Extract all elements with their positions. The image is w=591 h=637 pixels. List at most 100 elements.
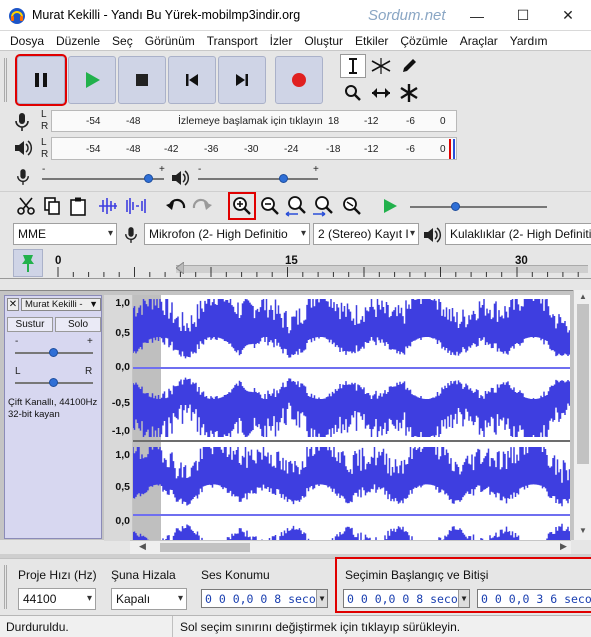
track-control-panel[interactable]: ✕ Murat Kekilli - ▼ Sustur Solo - + L R … — [4, 295, 102, 539]
chevron-down-icon: ▾ — [300, 228, 306, 239]
fit-project-button[interactable] — [311, 194, 335, 218]
zoom-toggle-button[interactable] — [339, 194, 363, 218]
magnifier-icon — [345, 85, 361, 101]
close-icon: ✕ — [8, 299, 18, 310]
stop-icon — [136, 74, 148, 86]
draw-tool[interactable] — [396, 54, 422, 78]
project-rate-select[interactable]: 44100 ▾ — [18, 588, 96, 610]
record-volume-thumb[interactable] — [144, 174, 154, 183]
scale-label: 0,0 — [115, 361, 130, 373]
pan-thumb[interactable] — [49, 378, 58, 387]
play-volume-thumb[interactable] — [279, 174, 289, 183]
snap-to-label: Şuna Hizala — [111, 568, 176, 582]
toolbar-grip[interactable] — [4, 58, 10, 102]
skip-to-end-button[interactable] — [218, 56, 266, 104]
horizontal-scrollbar[interactable]: ◀ ▶ — [130, 540, 571, 554]
zoom-tool[interactable] — [340, 81, 366, 105]
skip-to-start-button[interactable] — [168, 56, 216, 104]
maximize-button[interactable]: ☐ — [500, 0, 546, 31]
menu-tools[interactable]: Araçlar — [454, 34, 504, 48]
menu-generate[interactable]: Oluştur — [298, 34, 349, 48]
silence-audio-button[interactable] — [124, 194, 148, 218]
fit-selection-button[interactable] — [284, 194, 308, 218]
close-button[interactable]: ✕ — [545, 0, 591, 31]
chevron-down-icon[interactable]: ▼ — [458, 590, 469, 607]
horizontal-scroll-thumb[interactable] — [160, 543, 250, 552]
scroll-right-icon[interactable]: ▶ — [560, 541, 567, 552]
meter-start-prompt[interactable]: İzlemeye başlamak için tıklayın — [178, 115, 323, 127]
recording-device-value: Mikrofon (2- High Definitio — [149, 227, 288, 241]
paste-button[interactable] — [66, 194, 90, 218]
scroll-up-icon[interactable]: ▲ — [579, 292, 587, 301]
play-button[interactable] — [68, 56, 116, 104]
trim-icon — [99, 198, 117, 214]
scale-label: -1,0 — [111, 425, 130, 437]
selection-range-label[interactable]: Seçimin Başlangıç ve Bitişi — [345, 568, 488, 582]
selection-tool[interactable] — [340, 54, 366, 78]
mute-button[interactable]: Sustur — [7, 317, 53, 332]
record-button[interactable] — [275, 56, 323, 104]
meter-channel-right: R — [41, 149, 49, 160]
recording-channels-select[interactable]: 2 (Stereo) Kayıt I ▾ — [313, 223, 419, 245]
speaker-icon[interactable] — [13, 139, 33, 160]
copy-button[interactable] — [40, 194, 64, 218]
transport-toolbar — [0, 52, 591, 108]
pencil-icon — [403, 59, 416, 72]
chevron-down-icon[interactable]: ▼ — [316, 590, 327, 607]
snap-to-select[interactable]: Kapalı ▾ — [111, 588, 187, 610]
scroll-down-icon[interactable]: ▼ — [579, 526, 587, 535]
pin-playhead-button[interactable] — [13, 249, 43, 277]
waveform-display[interactable] — [132, 295, 571, 583]
redo-button[interactable] — [190, 194, 214, 218]
envelope-tool[interactable] — [368, 54, 394, 78]
recording-channels-value: 2 (Stereo) Kayıt I — [318, 227, 409, 241]
menu-file[interactable]: Dosya — [4, 34, 50, 48]
close-track-button[interactable]: ✕ — [7, 298, 19, 311]
selection-end-field[interactable]: 0 0 0,0 3 6 seconds — [477, 589, 591, 608]
selection-start-field[interactable]: 0 0 0,0 0 8 seconds ▼ — [343, 589, 470, 608]
menu-help[interactable]: Yardım — [504, 34, 554, 48]
menu-view[interactable]: Görünüm — [139, 34, 201, 48]
menu-effect[interactable]: Etkiler — [349, 34, 394, 48]
menu-select[interactable]: Seç — [106, 34, 139, 48]
timeline-ruler[interactable]: 0 15 30 — [0, 249, 591, 279]
minimize-button[interactable]: — — [454, 0, 500, 31]
playback-device-value: Kulaklıklar (2- High Definiti — [450, 227, 591, 241]
play-speed-slider[interactable] — [410, 206, 547, 208]
audio-position-field[interactable]: 0 0 0,0 0 8 seconds ▼ — [201, 589, 328, 608]
solo-button[interactable]: Solo — [55, 317, 101, 332]
gain-thumb[interactable] — [49, 348, 58, 357]
toolbar-grip[interactable] — [4, 565, 10, 609]
track-name-menu[interactable]: Murat Kekilli - ▼ — [21, 298, 101, 311]
menu-transport[interactable]: Transport — [201, 34, 264, 48]
time-shift-tool[interactable] — [368, 81, 394, 105]
trim-audio-button[interactable] — [96, 194, 120, 218]
meter-tick: -54 — [86, 144, 101, 155]
window-title: Murat Kekilli - Yandı Bu Yürek-mobilmp3i… — [32, 8, 301, 22]
audio-host-select[interactable]: MME ▾ — [13, 223, 117, 245]
play-at-speed-button[interactable] — [378, 194, 402, 218]
vertical-scroll-thumb[interactable] — [577, 304, 589, 464]
menu-tracks[interactable]: İzler — [264, 34, 299, 48]
pan-right-label: R — [85, 366, 93, 377]
zoom-in-button[interactable] — [228, 192, 256, 220]
menu-analyze[interactable]: Çözümle — [394, 34, 453, 48]
stop-button[interactable] — [118, 56, 166, 104]
play-speed-thumb[interactable] — [451, 202, 460, 211]
menu-edit[interactable]: Düzenle — [50, 34, 106, 48]
scroll-left-icon[interactable]: ◀ — [139, 541, 146, 552]
multi-tool[interactable] — [396, 81, 422, 105]
microphone-icon[interactable] — [14, 112, 30, 135]
asterisk-icon — [400, 84, 418, 102]
undo-button[interactable] — [164, 194, 188, 218]
vertical-scale[interactable]: 1,0 0,5 0,0 -0,5 -1,0 1,0 0,5 0,0 — [104, 295, 132, 541]
edit-toolbar — [0, 192, 591, 220]
vertical-scrollbar[interactable]: ▲ ▼ — [573, 290, 591, 540]
zoom-out-button[interactable] — [258, 194, 282, 218]
play-volume-slider[interactable] — [198, 178, 318, 180]
playback-device-select[interactable]: Kulaklıklar (2- High Definiti — [445, 223, 591, 245]
recording-device-select[interactable]: Mikrofon (2- High Definitio ▾ — [144, 223, 310, 245]
cut-button[interactable] — [14, 194, 38, 218]
pause-button[interactable] — [15, 54, 67, 106]
meter-channel-left: L — [41, 137, 47, 148]
